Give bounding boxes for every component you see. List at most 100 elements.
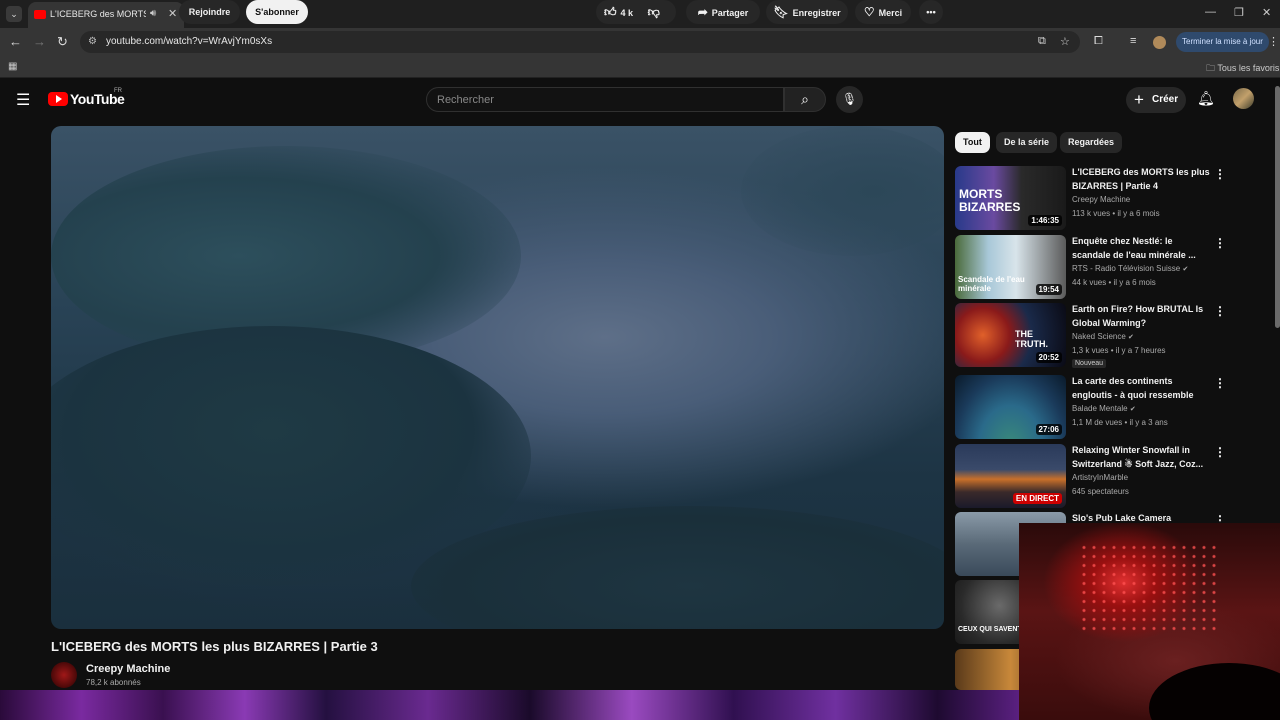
all-bookmarks-label: Tous les favoris xyxy=(1217,63,1280,73)
channel-name[interactable]: Creepy Machine xyxy=(86,663,170,675)
bookmark-star-icon[interactable]: ☆ xyxy=(1060,35,1070,48)
menu-hamburger-icon[interactable]: ☰ xyxy=(16,90,30,110)
subscribe-button[interactable]: S'abonner xyxy=(246,0,308,24)
channel-label: Naked Science xyxy=(1072,332,1126,341)
media-controls-icon[interactable]: ≡ xyxy=(1130,35,1136,47)
like-thumb-icon[interactable]: 👍︎ xyxy=(604,5,617,19)
thumbnail-text: MORTS BIZARRES xyxy=(959,187,1021,214)
video-thumbnail[interactable]: MORTS BIZARRES 1:46:35 xyxy=(955,166,1066,230)
update-button[interactable]: Terminer la mise à jour xyxy=(1176,32,1269,52)
maximize-icon[interactable]: ❐ xyxy=(1234,6,1244,19)
account-avatar[interactable] xyxy=(1233,88,1254,109)
bookmark-icon: 🔖︎ xyxy=(773,5,789,19)
all-bookmarks-link[interactable]: 🗀 Tous les favoris xyxy=(1206,61,1279,77)
save-label: Enregistrer xyxy=(792,8,841,18)
recommendation-channel[interactable]: Naked Science ✔ xyxy=(1072,332,1134,341)
search-button[interactable]: ⌕ xyxy=(784,87,826,112)
extensions-icon[interactable]: ⧠ xyxy=(1094,35,1103,48)
more-vert-icon[interactable]: ⋮ xyxy=(1214,236,1226,250)
youtube-play-icon xyxy=(48,92,68,106)
new-badge: Nouveau xyxy=(1072,359,1107,368)
install-app-icon[interactable]: ⧉ xyxy=(1038,35,1046,48)
browser-toolbar: ← → ↻ ⚙ youtube.com/watch?v=WrAvjYm0sXs … xyxy=(0,28,1280,56)
webcam-overlay xyxy=(1019,523,1280,720)
create-button[interactable]: + Créer xyxy=(1126,87,1186,113)
address-bar[interactable]: ⚙ youtube.com/watch?v=WrAvjYm0sXs ⧉ ☆ xyxy=(80,31,1080,53)
thumbnail-text: Scandale de l'eau minérale xyxy=(958,275,1025,293)
duration-badge: 1:46:35 xyxy=(1028,215,1062,226)
video-thumbnail[interactable]: THE TRUTH. 20:52 xyxy=(955,303,1066,367)
url-text[interactable]: youtube.com/watch?v=WrAvjYm0sXs xyxy=(106,36,272,47)
plus-icon: + xyxy=(1134,90,1144,109)
more-actions-button[interactable]: ••• xyxy=(919,0,943,24)
verified-check-icon: ✔ xyxy=(1129,406,1136,413)
window-close-icon[interactable]: ✕ xyxy=(1262,6,1271,19)
video-thumbnail[interactable]: EN DIRECT xyxy=(955,444,1066,508)
recommendation-item[interactable]: Scandale de l'eau minérale 19:54 Enquête… xyxy=(955,235,1275,301)
recommendation-meta: 1,1 M de vues • il y a 3 ans xyxy=(1072,418,1168,427)
video-thumbnail[interactable]: Scandale de l'eau minérale 19:54 xyxy=(955,235,1066,299)
chip-series[interactable]: De la série xyxy=(996,132,1058,153)
share-button[interactable]: ➦ Partager xyxy=(686,0,760,24)
thumbnail-text: CEUX QUI SAVENT... xyxy=(958,626,1027,633)
duration-badge: 27:06 xyxy=(1035,424,1062,435)
recommendation-channel[interactable]: Balade Mentale ✔ xyxy=(1072,404,1136,413)
search-placeholder: Rechercher xyxy=(437,94,494,106)
chrome-menu-icon[interactable]: ⋮ xyxy=(1268,35,1279,48)
chip-all[interactable]: Tout xyxy=(955,132,990,153)
join-button[interactable]: Rejoindre xyxy=(179,0,240,24)
minimize-icon[interactable]: — xyxy=(1205,6,1216,18)
recommendation-item[interactable]: THE TRUTH. 20:52 Earth on Fire? How BRUT… xyxy=(955,303,1275,369)
recommendation-channel[interactable]: Creepy Machine xyxy=(1072,195,1130,204)
speaker-icon[interactable]: 🔊︎ xyxy=(150,8,156,19)
thanks-label: Merci xyxy=(878,8,903,18)
recommendation-title[interactable]: Enquête chez Nestlé: le scandale de l'ea… xyxy=(1072,235,1210,262)
dislike-thumb-icon[interactable]: 👎︎ xyxy=(648,5,660,19)
more-vert-icon[interactable]: ⋮ xyxy=(1214,167,1226,181)
reload-icon[interactable]: ↻ xyxy=(57,34,68,50)
more-vert-icon[interactable]: ⋮ xyxy=(1214,445,1226,459)
duration-badge: 20:52 xyxy=(1035,352,1062,363)
logo-region: FR xyxy=(114,88,122,94)
recommendation-meta: 113 k vues • il y a 6 mois xyxy=(1072,209,1160,218)
apps-grid-icon[interactable]: ▦ xyxy=(8,61,17,72)
recommendation-item[interactable]: MORTS BIZARRES 1:46:35 L'ICEBERG des MOR… xyxy=(955,166,1275,232)
video-title: L'ICEBERG des MORTS les plus BIZARRES | … xyxy=(51,639,378,654)
chip-watched[interactable]: Regardées xyxy=(1060,132,1123,153)
recommendation-title[interactable]: La carte des continents engloutis - à qu… xyxy=(1072,375,1210,402)
more-vert-icon[interactable]: ⋮ xyxy=(1214,304,1226,318)
video-thumbnail[interactable]: 27:06 xyxy=(955,375,1066,439)
recommendation-title[interactable]: L'ICEBERG des MORTS les plus BIZARRES | … xyxy=(1072,166,1210,193)
thanks-button[interactable]: ♡ Merci xyxy=(855,0,911,24)
back-icon[interactable]: ← xyxy=(9,34,22,49)
page-scrollbar[interactable] xyxy=(1275,86,1280,328)
recommendation-title[interactable]: Earth on Fire? How BRUTAL Is Global Warm… xyxy=(1072,303,1210,330)
search-input[interactable]: Rechercher xyxy=(426,87,784,112)
save-button[interactable]: 🔖︎ Enregistrer xyxy=(766,0,848,24)
recommendation-item[interactable]: 27:06 La carte des continents engloutis … xyxy=(955,375,1275,441)
fairy-lights-image xyxy=(1079,543,1219,633)
site-info-icon[interactable]: ⚙ xyxy=(88,36,97,47)
recommendation-title[interactable]: Relaxing Winter Snowfall in Switzerland … xyxy=(1072,444,1210,471)
silhouette-image xyxy=(1149,663,1280,720)
recommendation-meta: 44 k vues • il y a 6 mois xyxy=(1072,278,1156,287)
recommendation-item[interactable]: EN DIRECT Relaxing Winter Snowfall in Sw… xyxy=(955,444,1275,510)
video-player[interactable] xyxy=(51,126,944,629)
voice-search-button[interactable]: 🎙︎ xyxy=(836,86,863,113)
channel-avatar[interactable] xyxy=(51,662,77,688)
like-dislike-group: 👍︎ 4 k 👎︎ xyxy=(596,0,676,24)
share-arrow-icon: ➦ xyxy=(697,5,708,19)
notifications-bell-icon[interactable]: 🔔︎ xyxy=(1197,90,1215,107)
youtube-favicon-icon xyxy=(34,10,46,19)
more-vert-icon[interactable]: ⋮ xyxy=(1214,376,1226,390)
profile-avatar[interactable] xyxy=(1153,36,1166,49)
browser-tab[interactable]: L'ICEBERG des MORTS les p 🔊︎ ✕ xyxy=(28,2,184,28)
forward-icon[interactable]: → xyxy=(33,34,46,49)
recommendation-channel[interactable]: RTS - Radio Télévision Suisse ✔ xyxy=(1072,264,1188,273)
tab-search-icon[interactable]: ⌄ xyxy=(6,6,22,22)
like-count[interactable]: 4 k xyxy=(621,8,634,18)
search-icon: ⌕ xyxy=(801,91,809,107)
video-frame-landscape xyxy=(741,126,944,256)
close-tab-icon[interactable]: ✕ xyxy=(168,7,177,20)
recommendation-channel[interactable]: ArtistryInMarble xyxy=(1072,473,1128,482)
